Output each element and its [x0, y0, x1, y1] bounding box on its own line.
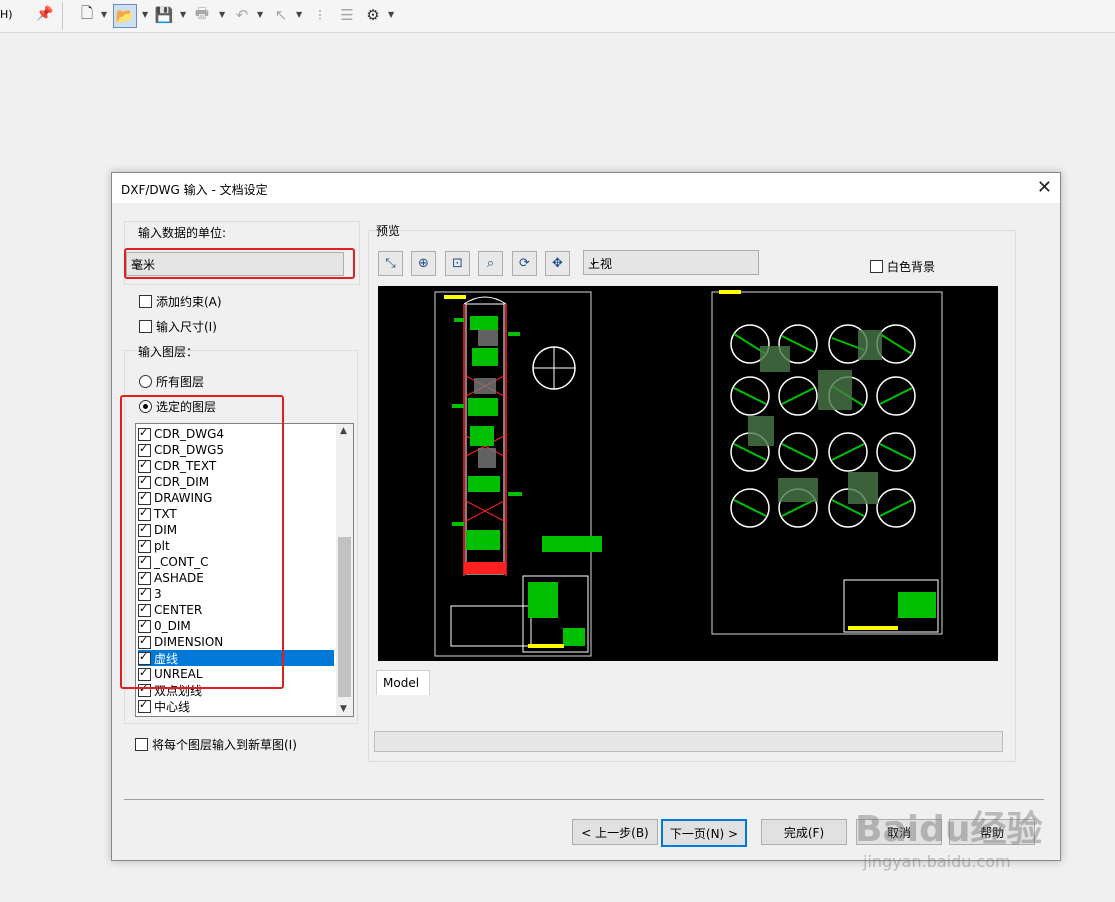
zoom-window-icon[interactable]: ⊡ [445, 251, 470, 276]
all-layers-label: 所有图层 [156, 375, 205, 389]
checkbox-box [139, 295, 152, 308]
toolbar-separator [62, 2, 63, 30]
dialog-titlebar: DXF/DWG 输入 - 文档设定 ✕ [112, 173, 1060, 203]
layer-label: 中心线 [154, 699, 191, 714]
scroll-down-icon[interactable]: ▼ [340, 704, 347, 714]
view-select[interactable]: 上视 ⌄ [583, 250, 759, 275]
cad-preview-drawing [434, 290, 943, 657]
save-dropdown-icon[interactable]: ▼ [180, 10, 186, 19]
add-constraints-label: 添加约束(A) [156, 295, 222, 309]
zoom-area-icon[interactable]: ⌕ [478, 251, 503, 276]
new-document-icon[interactable]: 🗋 [76, 4, 98, 26]
main-toolbar: H) 📌 🗋 ▼ 📂 ▼ 💾 ▼ 🖶 ▼ ↶ ▼ ↖ ▼ ⁝ ☰ ⚙ ▼ [0, 0, 1115, 33]
tab-model[interactable]: Model [376, 670, 430, 695]
watermark-url: jingyan.baidu.com [863, 852, 1011, 871]
layer-item[interactable]: 中心线 [138, 698, 334, 714]
checkbox-box [139, 320, 152, 333]
scroll-thumb[interactable] [338, 537, 351, 697]
layer-list-scrollbar[interactable]: ▲ ▼ [336, 424, 353, 716]
back-button[interactable]: < 上一步(B) [572, 819, 658, 845]
rotate-icon[interactable]: ⟳ [512, 251, 537, 276]
new-dropdown-icon[interactable]: ▼ [101, 10, 107, 19]
zoom-in-icon[interactable]: ⊕ [411, 251, 436, 276]
white-background-label: 白色背景 [887, 260, 936, 274]
open-icon[interactable]: 📂 [113, 4, 137, 28]
next-button[interactable]: 下一页(N) > [661, 819, 747, 847]
add-constraints-checkbox[interactable]: 添加约束(A) [139, 293, 222, 310]
menu-fragment: H) [0, 8, 13, 21]
settings-icon[interactable]: ⚙ [362, 4, 384, 26]
layers-label: 输入图层： [138, 345, 199, 359]
chevron-down-icon: ⌄ [588, 254, 599, 268]
progress-bar [374, 731, 1003, 752]
preview-canvas[interactable] [378, 286, 998, 661]
pan-icon[interactable]: ✥ [545, 251, 570, 276]
properties-icon[interactable]: ☰ [336, 4, 358, 26]
import-dimensions-label: 输入尺寸(I) [156, 320, 217, 334]
checkbox-box [135, 738, 148, 751]
close-icon[interactable]: ✕ [1037, 177, 1052, 198]
dxf-import-dialog: DXF/DWG 输入 - 文档设定 ✕ 输入数据的单位: 毫米 ⌄ 添加约束(A… [111, 172, 1061, 861]
print-icon[interactable]: 🖶 [191, 4, 213, 26]
traffic-light-icon[interactable]: ⁝ [309, 4, 331, 26]
select-dropdown-icon[interactable]: ▼ [296, 10, 302, 19]
undo-dropdown-icon[interactable]: ▼ [257, 10, 263, 19]
finish-button[interactable]: 完成(F) [761, 819, 847, 845]
zoom-fit-icon[interactable]: ⤡ [378, 251, 403, 276]
layer-checkbox[interactable] [138, 698, 151, 713]
select-icon[interactable]: ↖ [270, 4, 292, 26]
checkbox-box [870, 260, 883, 273]
print-dropdown-icon[interactable]: ▼ [219, 10, 225, 19]
preview-label: 预览 [376, 224, 401, 238]
highlight-units [124, 248, 355, 279]
pin-icon[interactable]: 📌 [36, 6, 53, 22]
highlight-layers [120, 395, 284, 689]
scroll-up-icon[interactable]: ▲ [340, 426, 347, 436]
open-dropdown-icon[interactable]: ▼ [142, 10, 148, 19]
watermark-logo: Baidu经验 [855, 809, 1043, 850]
watermark: Baidu经验 jingyan.baidu.com [855, 780, 1055, 880]
all-layers-radio[interactable]: 所有图层 [139, 373, 204, 390]
each-layer-new-sketch-checkbox[interactable]: 将每个图层输入到新草图(I) [135, 736, 297, 753]
each-layer-new-sketch-label: 将每个图层输入到新草图(I) [152, 738, 297, 752]
dialog-title: DXF/DWG 输入 - 文档设定 [121, 183, 268, 197]
undo-icon[interactable]: ↶ [231, 4, 253, 26]
white-background-checkbox[interactable]: 白色背景 [870, 258, 935, 275]
radio-dot [139, 375, 152, 388]
units-label: 输入数据的单位: [138, 226, 227, 240]
model-tab-label: Model [383, 676, 420, 690]
import-dimensions-checkbox[interactable]: 输入尺寸(I) [139, 318, 217, 335]
settings-dropdown-icon[interactable]: ▼ [388, 10, 394, 19]
save-icon[interactable]: 💾 [153, 4, 175, 26]
